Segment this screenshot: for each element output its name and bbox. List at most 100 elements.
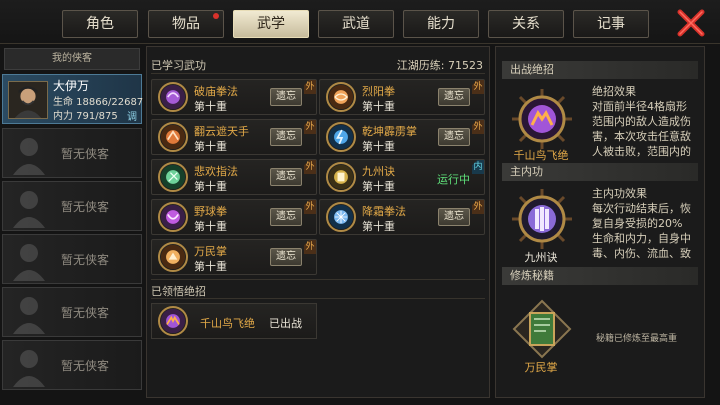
close-icon[interactable]: [676, 8, 706, 38]
skill-level: 第十重: [362, 140, 395, 153]
hero-roster: 我的侠客 大伊万 生命 18866/22687 内力 791/875 调 暂无侠…: [0, 46, 144, 405]
ult-effect-title: 绝招效果: [592, 85, 636, 98]
empty-hero-silhouette-icon: [13, 138, 45, 175]
manual-note: 秘籍已修炼至最高重: [596, 334, 678, 344]
empty-slot-label: 暂无侠客: [61, 147, 110, 161]
skill-level: 第十重: [194, 180, 227, 193]
thunder-palm-icon: [326, 122, 356, 152]
inner-art-emblem-icon: [512, 189, 572, 249]
hero-slot-empty[interactable]: 暂无侠客: [2, 340, 142, 390]
finger-technique-icon: [158, 162, 188, 192]
skill-name: 翻云遮天手: [194, 125, 249, 138]
skill-name: 野球拳: [194, 205, 227, 218]
inner-art-header: 主内功: [502, 163, 698, 181]
detail-panel: 出战绝招 千山鸟飞绝 绝招效果 对面前半径4格扇形范围内的敌人造成伤害，本次攻击…: [495, 46, 705, 398]
skill-name: 万民掌: [194, 245, 227, 258]
martial-arts-panel: 已学习武功 江湖历练: 71523 破庙拳法 第十重 遗忘 外 烈阳拳 第十重 …: [146, 46, 490, 398]
external-type-badge: 外: [472, 80, 484, 94]
inner-art-name: 九州诀: [524, 251, 558, 264]
skill-level: 第十重: [194, 220, 227, 233]
ultimate-card[interactable]: 千山鸟飞绝 已出战: [151, 303, 317, 339]
forget-button[interactable]: 遗忘: [438, 128, 470, 146]
empty-slot-label: 暂无侠客: [61, 200, 110, 214]
skill-level: 第十重: [194, 260, 227, 273]
skill-card[interactable]: 降霜拳法 第十重 遗忘 外: [319, 199, 485, 235]
forget-button[interactable]: 遗忘: [270, 128, 302, 146]
roster-header: 我的侠客: [4, 48, 140, 70]
manual-header: 修炼秘籍: [502, 267, 698, 285]
hero-slot-empty[interactable]: 暂无侠客: [2, 128, 142, 178]
inner-effect-text: 每次行动结束后，恢复自身受损的20%生命和内力，自身中毒、内伤、流血、致完效果减…: [592, 202, 691, 259]
tab-label: 物品: [172, 16, 200, 32]
avatar: [8, 81, 48, 119]
forget-button[interactable]: 遗忘: [438, 88, 470, 106]
palm-technique-icon: [158, 242, 188, 272]
empty-hero-silhouette-icon: [13, 244, 45, 281]
skill-card[interactable]: 九州诀 第十重 运行中 内: [319, 159, 485, 195]
battle-ult-name: 千山鸟飞绝: [513, 149, 569, 162]
skill-card[interactable]: 乾坤霹雳掌 第十重 遗忘 外: [319, 119, 485, 155]
skill-level: 第十重: [362, 180, 395, 193]
skill-card[interactable]: 翻云遮天手 第十重 遗忘 外: [151, 119, 317, 155]
external-type-badge: 外: [472, 120, 484, 134]
skill-card[interactable]: 破庙拳法 第十重 遗忘 外: [151, 79, 317, 115]
manual-name: 万民掌: [524, 361, 558, 374]
skill-card[interactable]: 野球拳 第十重 遗忘 外: [151, 199, 317, 235]
skill-name: 烈阳拳: [362, 85, 395, 98]
tab-label: 武道: [342, 16, 370, 32]
tab-abilities[interactable]: 能力: [403, 10, 479, 38]
forget-button[interactable]: 遗忘: [270, 248, 302, 266]
skill-level: 第十重: [194, 140, 227, 153]
skill-name: 悲欢指法: [194, 165, 238, 178]
divider: [151, 279, 485, 280]
hero-slot-empty[interactable]: 暂无侠客: [2, 234, 142, 284]
tab-label: 记事: [597, 16, 625, 32]
skill-card[interactable]: 悲欢指法 第十重 遗忘 外: [151, 159, 317, 195]
fist-technique-icon: [158, 82, 188, 112]
tab-martial-way[interactable]: 武道: [318, 10, 394, 38]
forget-button[interactable]: 遗忘: [438, 208, 470, 226]
jianghu-experience: 江湖历练: 71523: [396, 59, 483, 72]
hero-slot-active[interactable]: 大伊万 生命 18866/22687 内力 791/875 调: [2, 74, 144, 124]
skill-card[interactable]: 万民掌 第十重 遗忘 外: [151, 239, 317, 275]
running-status: 运行中: [437, 173, 470, 186]
external-type-badge: 外: [304, 200, 316, 214]
hero-name: 大伊万: [53, 79, 90, 93]
tab-label: 武学: [257, 16, 285, 32]
notification-dot: [213, 13, 219, 19]
skill-card[interactable]: 烈阳拳 第十重 遗忘 外: [319, 79, 485, 115]
tab-character[interactable]: 角色: [62, 10, 138, 38]
hero-hp: 生命 18866/22687: [53, 97, 144, 108]
cloud-hand-icon: [158, 122, 188, 152]
learned-skills-title: 已学习武功: [151, 59, 206, 72]
hero-slot-empty[interactable]: 暂无侠客: [2, 287, 142, 337]
sun-fist-icon: [326, 82, 356, 112]
empty-hero-silhouette-icon: [13, 297, 45, 334]
ultimate-status: 已出战: [269, 317, 302, 330]
forget-button[interactable]: 遗忘: [270, 208, 302, 226]
tab-items[interactable]: 物品: [148, 10, 224, 38]
fist-technique-icon: [158, 202, 188, 232]
external-type-badge: 外: [304, 160, 316, 174]
comprehended-ult-title: 已领悟绝招: [151, 285, 206, 298]
internal-type-badge: 内: [472, 160, 484, 174]
skill-level: 第十重: [362, 220, 395, 233]
empty-hero-silhouette-icon: [13, 191, 45, 228]
tab-label: 关系: [512, 16, 540, 32]
tab-martial-arts[interactable]: 武学: [233, 10, 309, 38]
external-type-badge: 外: [304, 240, 316, 254]
tab-journal[interactable]: 记事: [573, 10, 649, 38]
manual-book-icon: [512, 299, 572, 359]
tab-relations[interactable]: 关系: [488, 10, 564, 38]
skill-name: 乾坤霹雳掌: [362, 125, 417, 138]
hero-status-flag: 调: [127, 112, 137, 123]
frost-fist-icon: [326, 202, 356, 232]
skill-name: 九州诀: [362, 165, 395, 178]
hero-mp: 内力 791/875: [53, 111, 118, 122]
divider: [151, 73, 485, 74]
forget-button[interactable]: 遗忘: [270, 88, 302, 106]
forget-button[interactable]: 遗忘: [270, 168, 302, 186]
battle-ult-header: 出战绝招: [502, 61, 698, 79]
empty-slot-label: 暂无侠客: [61, 253, 110, 267]
hero-slot-empty[interactable]: 暂无侠客: [2, 181, 142, 231]
